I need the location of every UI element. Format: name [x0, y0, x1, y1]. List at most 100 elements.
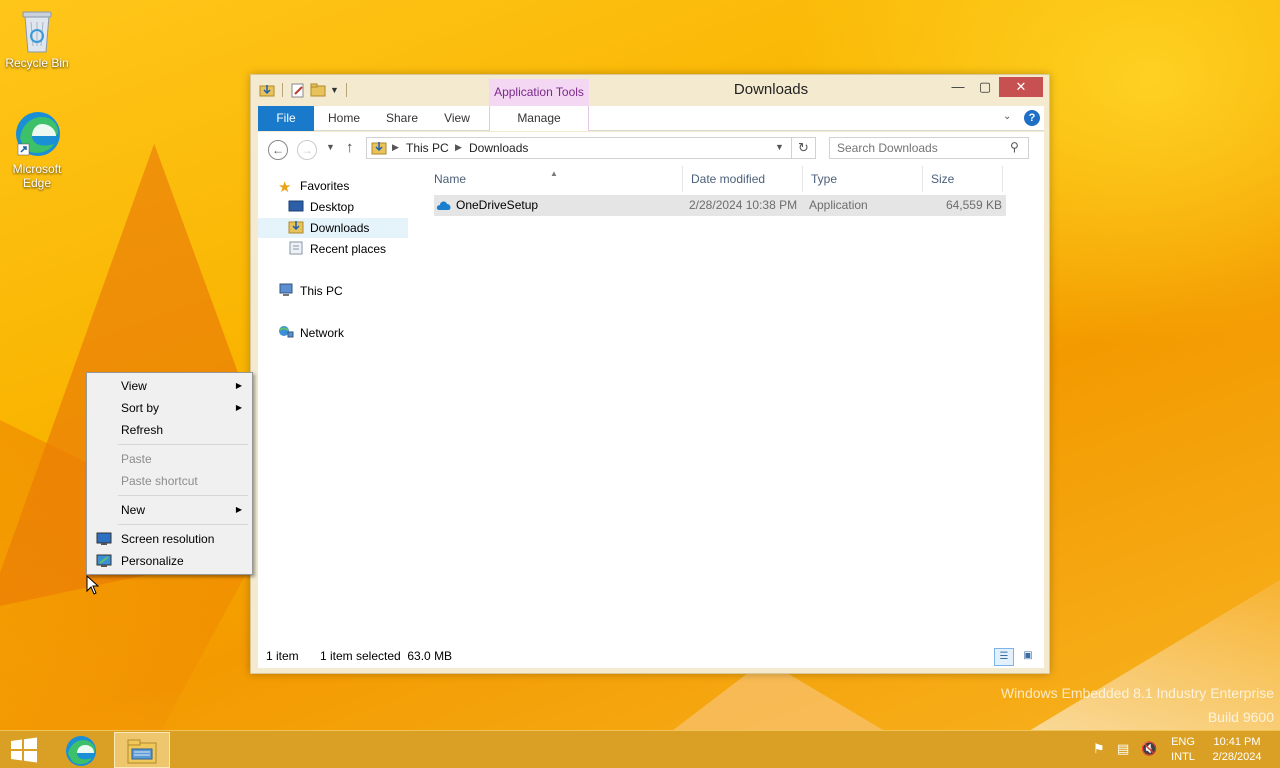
back-button[interactable]: ← [268, 140, 288, 160]
menu-item-label: Paste shortcut [121, 474, 198, 488]
search-input[interactable] [830, 138, 1006, 158]
menu-item-sort-by[interactable]: Sort by ▶ [90, 397, 249, 419]
status-selection: 1 item selected 63.0 MB [320, 649, 453, 663]
onedrive-icon [436, 201, 451, 210]
network-tray-icon[interactable]: ▤ [1117, 741, 1129, 757]
taskbar-file-explorer-button[interactable] [114, 732, 170, 768]
menu-separator [118, 444, 248, 445]
large-icons-view-button[interactable]: ▣ [1018, 648, 1038, 666]
file-explorer-window[interactable]: ▼ Application Tools Downloads — ▢ ✕ File… [250, 74, 1050, 674]
menu-item-new[interactable]: New ▶ [90, 499, 249, 521]
file-row[interactable]: OneDriveSetup 2/28/2024 10:38 PM Applica… [434, 195, 1006, 216]
refresh-button[interactable]: ↻ [792, 137, 816, 159]
nav-item-label: Favorites [300, 179, 350, 193]
menu-item-label: Refresh [121, 423, 164, 437]
nav-item-network[interactable]: Network [278, 323, 344, 343]
column-header-label: Size [931, 172, 955, 186]
title-bar[interactable]: ▼ Application Tools Downloads — ▢ ✕ [251, 75, 1049, 106]
clock-time: 10:41 PM [1213, 736, 1261, 748]
action-center-flag-icon[interactable]: ⚑ [1093, 741, 1105, 757]
menu-item-paste-shortcut[interactable]: Paste shortcut [90, 470, 249, 492]
maximize-button[interactable]: ▢ [973, 77, 997, 97]
tab-home[interactable]: Home [322, 106, 366, 131]
ribbon-tabs: File Home Share View Manage ⌄ ? [258, 106, 1044, 131]
os-watermark-line2: Build 9600 [1207, 709, 1274, 725]
column-header-date-modified[interactable]: Date modified [683, 166, 803, 192]
recent-locations-icon[interactable]: ▼ [326, 142, 335, 152]
taskbar-edge-button[interactable] [54, 732, 110, 768]
taskbar-clock[interactable]: 10:41 PM 2/28/2024 [1204, 735, 1270, 765]
personalize-icon [96, 554, 112, 567]
column-header-type[interactable]: Type [803, 166, 923, 192]
tab-file[interactable]: File [258, 106, 314, 131]
screen-resolution-icon [96, 532, 112, 545]
address-dropdown-icon[interactable]: ▼ [775, 142, 784, 152]
sort-ascending-icon: ▲ [550, 169, 558, 178]
desktop-icon-microsoft-edge[interactable]: Microsoft Edge [2, 108, 72, 190]
menu-item-view[interactable]: View ▶ [90, 375, 249, 397]
input-language-indicator[interactable]: ENG INTL [1165, 735, 1201, 765]
address-bar[interactable]: ▶ This PC ▶ Downloads ▼ [366, 137, 792, 159]
tab-share[interactable]: Share [380, 106, 424, 131]
help-icon[interactable]: ? [1024, 110, 1040, 126]
breadcrumb-separator-icon[interactable]: ▶ [392, 142, 399, 153]
up-button[interactable]: ↑ [346, 139, 354, 156]
new-folder-icon[interactable] [310, 82, 326, 98]
desktop-icon-label: Microsoft Edge [12, 162, 62, 190]
menu-item-label: Paste [121, 452, 152, 466]
desktop-icon [288, 200, 304, 212]
breadcrumb-this-pc[interactable]: This PC [406, 141, 449, 155]
menu-item-label: View [121, 379, 147, 393]
close-button[interactable]: ✕ [999, 77, 1043, 97]
network-icon [279, 326, 294, 338]
nav-item-label: This PC [300, 284, 343, 298]
tab-view[interactable]: View [436, 106, 478, 131]
clock-date: 2/28/2024 [1212, 751, 1262, 763]
nav-item-favorites[interactable]: ★ Favorites [278, 176, 349, 196]
nav-item-label: Network [300, 326, 345, 340]
tab-manage[interactable]: Manage [489, 106, 589, 131]
nav-item-this-pc[interactable]: This PC [278, 281, 343, 301]
properties-icon[interactable] [290, 82, 306, 98]
nav-item-downloads[interactable]: Downloads [258, 218, 408, 238]
forward-button[interactable]: → [297, 140, 317, 160]
menu-item-personalize[interactable]: Personalize [90, 550, 249, 572]
computer-icon [279, 283, 293, 296]
column-header-name[interactable]: Name ▲ [426, 166, 683, 192]
submenu-arrow-icon: ▶ [235, 403, 242, 412]
menu-item-screen-resolution[interactable]: Screen resolution [90, 528, 249, 550]
file-type: Application [809, 198, 868, 212]
search-box[interactable]: ⚲ [829, 137, 1029, 159]
folder-down-icon[interactable] [259, 82, 275, 98]
desktop-icon-recycle-bin[interactable]: Recycle Bin [2, 6, 72, 70]
menu-item-refresh[interactable]: Refresh [90, 419, 249, 441]
menu-item-paste[interactable]: Paste [90, 448, 249, 470]
downloads-folder-icon [288, 221, 304, 234]
file-date-modified: 2/28/2024 10:38 PM [689, 198, 798, 212]
breadcrumb-downloads[interactable]: Downloads [469, 141, 528, 155]
search-icon[interactable]: ⚲ [1010, 140, 1019, 154]
details-view-button[interactable]: ☰ [994, 648, 1014, 666]
edge-icon [16, 112, 60, 156]
volume-muted-icon[interactable]: 🔇 [1141, 741, 1157, 757]
column-header-size[interactable]: Size [923, 166, 1003, 192]
file-explorer-icon [127, 739, 157, 764]
edge-icon [66, 736, 96, 766]
menu-item-label: Sort by [121, 401, 160, 415]
submenu-arrow-icon: ▶ [235, 381, 242, 390]
menu-item-label: New [121, 503, 146, 517]
breadcrumb-separator-icon[interactable]: ▶ [455, 142, 462, 153]
customize-qat-icon[interactable]: ▼ [330, 85, 339, 95]
explorer-content: ← → ▼ ↑ ▶ This PC ▶ Downloads ▼ ↻ ⚲ ★ Fav… [258, 132, 1044, 668]
nav-item-desktop[interactable]: Desktop [288, 197, 354, 217]
navigation-bar: ← → ▼ ↑ ▶ This PC ▶ Downloads ▼ ↻ ⚲ [258, 132, 1044, 166]
keyboard-layout: INTL [1171, 751, 1195, 763]
nav-item-recent-places[interactable]: Recent places [288, 239, 386, 259]
start-icon[interactable] [8, 736, 40, 764]
minimize-button[interactable]: — [946, 77, 970, 97]
column-header-label: Type [811, 172, 838, 186]
taskbar: ⚑ ▤ 🔇 ENG INTL 10:41 PM 2/28/2024 [0, 730, 1280, 768]
menu-item-label: Screen resolution [121, 532, 215, 546]
nav-item-label: Recent places [310, 242, 387, 256]
expand-ribbon-icon[interactable]: ⌄ [1003, 111, 1011, 122]
